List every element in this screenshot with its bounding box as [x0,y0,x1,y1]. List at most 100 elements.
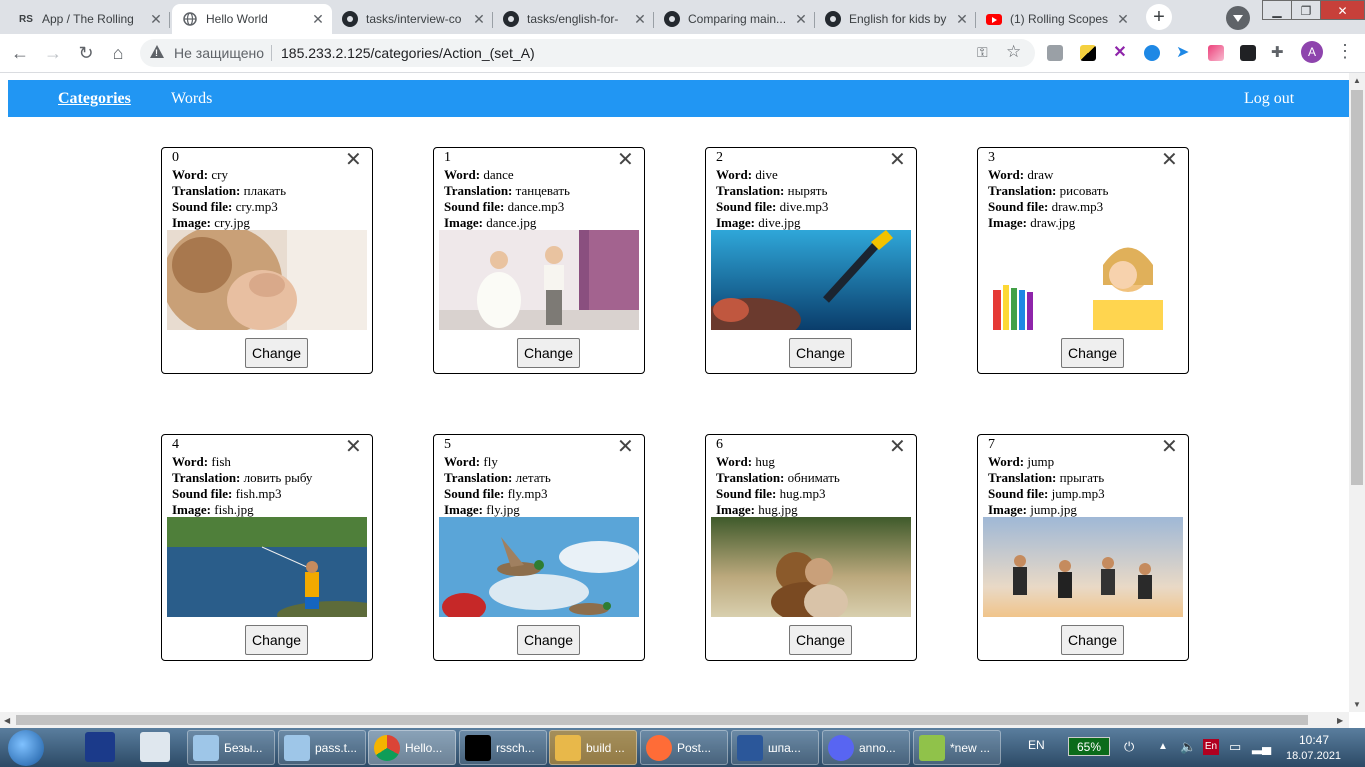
address-bar[interactable]: ! Не защищено 185.233.2.125/categories/A… [140,39,1035,67]
word-label: Word: [988,454,1025,469]
change-button[interactable]: Change [1061,338,1124,368]
nav-link-words[interactable]: Words [171,90,212,108]
vertical-scroll-thumb[interactable] [1351,90,1363,485]
card-index: 2 [716,150,723,165]
close-tab-icon[interactable]: ✕ [148,11,164,27]
close-tab-icon[interactable]: ✕ [793,11,809,27]
word-card: 7 ✕ Word: jump Translation: прыгать Soun… [977,434,1189,661]
security-label[interactable]: Не защищено [174,45,264,61]
key-icon[interactable]: ⚿ [977,44,988,61]
logout-link[interactable]: Log out [1244,90,1294,108]
taskbar-item[interactable]: *new ... [913,730,1001,765]
delete-card-icon[interactable]: ✕ [1161,149,1178,169]
forward-button[interactable]: → [41,41,65,65]
clock-time[interactable]: 10:47 [1299,733,1329,747]
signal-icon[interactable]: ▂▄ [1252,739,1271,755]
bookmark-star-icon[interactable]: ☆ [1006,42,1021,62]
card-sound-file: fly.mp3 [507,486,548,501]
close-tab-icon[interactable]: ✕ [310,11,326,27]
horizontal-scroll-thumb[interactable] [16,715,1308,725]
extension-icon[interactable] [1240,45,1256,61]
change-button[interactable]: Change [245,338,308,368]
taskbar-item[interactable]: anno... [822,730,910,765]
close-window-button[interactable]: ✕ [1320,0,1365,20]
scroll-down-icon[interactable]: ▼ [1353,700,1361,709]
taskbar-item[interactable]: шпа... [731,730,819,765]
change-button[interactable]: Change [789,625,852,655]
show-hidden-icons-icon[interactable]: ▲ [1158,741,1168,752]
delete-card-icon[interactable]: ✕ [617,436,634,456]
home-button[interactable]: ⌂ [106,41,130,65]
clock-date[interactable]: 18.07.2021 [1286,750,1341,762]
avatar[interactable]: A [1301,41,1323,63]
delete-card-icon[interactable]: ✕ [617,149,634,169]
start-button[interactable] [8,730,44,766]
close-tab-icon[interactable]: ✕ [632,11,648,27]
extension-icon[interactable]: ✕ [1112,45,1128,61]
close-tab-icon[interactable]: ✕ [1115,11,1131,27]
horizontal-scrollbar[interactable]: ◀ ▶ [0,712,1349,728]
taskbar-item[interactable]: build ... [549,730,637,765]
battery-indicator[interactable]: 65% [1068,737,1110,756]
card-image-file: fly.jpg [486,502,520,517]
github-icon [503,11,519,27]
keyboard-layout-indicator[interactable]: En [1203,739,1219,755]
delete-card-icon[interactable]: ✕ [889,436,906,456]
delete-card-icon[interactable]: ✕ [889,149,906,169]
pinned-app-icon[interactable] [85,732,115,762]
puzzle-icon[interactable]: ✚ [1271,45,1287,61]
tab-youtube-rolling-scopes[interactable]: (1) Rolling Scopes ✕ [976,4,1137,34]
new-tab-button[interactable]: + [1146,4,1172,30]
extension-icon[interactable] [1144,45,1160,61]
close-tab-icon[interactable]: ✕ [471,11,487,27]
delete-card-icon[interactable]: ✕ [1161,436,1178,456]
card-word: fly [483,454,498,469]
card-image-file: jump.jpg [1030,502,1077,517]
github-icon [825,11,841,27]
taskbar-item-label: Безы... [224,740,263,755]
change-button[interactable]: Change [1061,625,1124,655]
tab-github-interview[interactable]: tasks/interview-co ✕ [332,4,493,34]
extension-icon[interactable] [1047,45,1063,61]
change-button[interactable]: Change [517,625,580,655]
minimize-window-button[interactable]: ▁ [1262,0,1292,20]
close-tab-icon[interactable]: ✕ [954,11,970,27]
vertical-scrollbar[interactable]: ▲ ▼ [1349,73,1365,712]
extension-icon[interactable]: ➤ [1176,45,1192,61]
delete-card-icon[interactable]: ✕ [345,149,362,169]
tab-github-english-kids[interactable]: English for kids by ✕ [815,4,976,34]
extension-icon[interactable] [1080,45,1096,61]
volume-icon[interactable]: 🔈 [1180,739,1196,755]
tab-github-comparing[interactable]: Comparing main... ✕ [654,4,815,34]
url-text[interactable]: 185.233.2.125/categories/Action_(set_A) [281,45,535,61]
taskbar-item[interactable]: rssch... [459,730,547,765]
scroll-right-icon[interactable]: ▶ [1337,716,1343,725]
change-button[interactable]: Change [517,338,580,368]
input-language-indicator[interactable]: EN [1028,738,1045,752]
delete-card-icon[interactable]: ✕ [345,436,362,456]
network-icon[interactable]: ▭ [1229,739,1241,755]
calculator-icon[interactable] [140,732,170,762]
nav-link-categories[interactable]: Categories [58,90,131,108]
word-card: 2 ✕ Word: dive Translation: нырять Sound… [705,147,917,374]
back-button[interactable]: ← [8,41,32,65]
extension-icon[interactable] [1208,45,1224,61]
sound-file-label: Sound file: [172,199,233,214]
taskbar-item[interactable]: Hello... [368,730,456,765]
power-plug-icon[interactable]: ⏻ [1124,739,1134,755]
tab-search-button[interactable] [1226,6,1250,30]
menu-dots-icon[interactable]: ⋮ [1336,42,1354,60]
tab-hello-world[interactable]: Hello World ✕ [172,4,332,34]
scroll-up-icon[interactable]: ▲ [1353,76,1361,85]
taskbar-item[interactable]: Безы... [187,730,275,765]
tab-rolling-app[interactable]: RS App / The Rolling ✕ [8,4,170,34]
reload-button[interactable]: ↻ [74,41,98,65]
change-button[interactable]: Change [789,338,852,368]
scroll-left-icon[interactable]: ◀ [4,716,10,725]
maximize-window-button[interactable]: ❐ [1291,0,1321,20]
change-button[interactable]: Change [245,625,308,655]
card-sound-file: hug.mp3 [779,486,826,501]
taskbar-item[interactable]: Post... [640,730,728,765]
tab-github-english[interactable]: tasks/english-for- ✕ [493,4,654,34]
taskbar-item[interactable]: pass.t... [278,730,366,765]
